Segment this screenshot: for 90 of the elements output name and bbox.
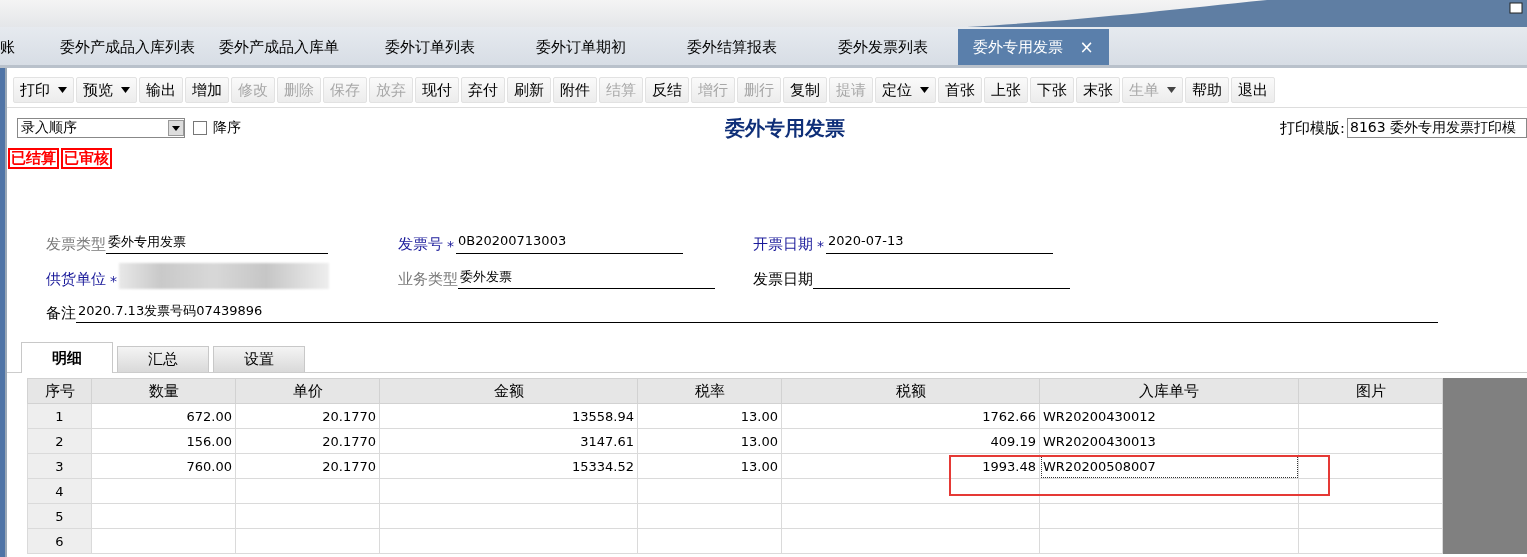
- toolbar-button[interactable]: 输出: [139, 77, 183, 103]
- required-mark: *: [447, 238, 454, 254]
- field-label: 发票号: [398, 235, 443, 254]
- table-cell: 13.00: [637, 428, 782, 454]
- toolbar-button[interactable]: 打印: [13, 77, 74, 103]
- checkbox-label: 降序: [213, 119, 241, 137]
- table-cell: WR20200430013: [1039, 428, 1299, 454]
- field-label: 供货单位: [46, 270, 106, 289]
- required-mark: *: [110, 273, 117, 289]
- toolbar-button[interactable]: 弃付: [461, 77, 505, 103]
- toolbar-button[interactable]: 现付: [415, 77, 459, 103]
- table-cell: WR20200430012: [1039, 403, 1299, 429]
- table-cell: 13.00: [637, 453, 782, 479]
- table-cell: 1762.66: [781, 403, 1040, 429]
- table-cell: 760.00: [91, 453, 236, 479]
- column-header: 数量: [91, 378, 236, 404]
- field-label: 发票类型: [46, 235, 106, 254]
- toolbar-button[interactable]: 预览: [76, 77, 137, 103]
- table-cell: 1993.48: [781, 453, 1040, 479]
- close-icon[interactable]: ×: [1079, 37, 1094, 57]
- toolbar-button[interactable]: 附件: [553, 77, 597, 103]
- field-label: 备注: [46, 304, 76, 323]
- status-stamp: 已审核: [61, 148, 112, 169]
- table-cell: 13.00: [637, 403, 782, 429]
- restore-icon[interactable]: [1509, 2, 1523, 14]
- table-cell: 156.00: [91, 428, 236, 454]
- tab[interactable]: 委外订单期初: [505, 29, 656, 65]
- toolbar-button[interactable]: 增加: [185, 77, 229, 103]
- caret-icon: [58, 87, 67, 93]
- tab[interactable]: 汇总: [117, 346, 209, 372]
- field-label: 打印模版:: [1280, 118, 1345, 138]
- field-value[interactable]: 0B20200713003: [456, 233, 683, 254]
- column-header: 税额: [781, 378, 1040, 404]
- status-stamp: 已结算: [8, 148, 59, 169]
- column-header: 序号: [27, 378, 92, 404]
- table-cell: 13558.94: [379, 403, 638, 429]
- field-label: 发票日期: [753, 270, 813, 289]
- tab[interactable]: 明细: [21, 342, 113, 373]
- caret-icon: [121, 87, 130, 93]
- tab[interactable]: 委外产成品入库列表: [52, 29, 203, 65]
- tab[interactable]: 委外专用发票 ×: [958, 29, 1109, 65]
- table-cell: 20.1770: [235, 453, 380, 479]
- field-label: 开票日期: [753, 235, 813, 254]
- toolbar-button[interactable]: 首张: [938, 77, 982, 103]
- table-cell: 1: [27, 403, 92, 429]
- toolbar-button[interactable]: 末张: [1076, 77, 1120, 103]
- table-cell: 6: [27, 528, 92, 554]
- tab[interactable]: 委外发票列表: [807, 29, 958, 65]
- tab[interactable]: 委外结算报表: [656, 29, 807, 65]
- field-value[interactable]: 委外专用发票: [106, 233, 328, 254]
- toolbar-button[interactable]: 帮助: [1185, 77, 1229, 103]
- table-cell: WR20200508007: [1039, 453, 1299, 479]
- table-cell: 3147.61: [379, 428, 638, 454]
- tab[interactable]: 委外订单列表: [354, 29, 505, 65]
- column-header: 金额: [379, 378, 638, 404]
- toolbar-button[interactable]: 刷新: [507, 77, 551, 103]
- toolbar-button[interactable]: 复制: [783, 77, 827, 103]
- field-value[interactable]: 2020-07-13: [826, 233, 1053, 254]
- field-label: 业务类型: [398, 270, 458, 289]
- toolbar-button[interactable]: 定位: [875, 77, 936, 103]
- column-header: 税率: [637, 378, 782, 404]
- caret-icon: [1167, 87, 1176, 93]
- required-mark: *: [817, 238, 824, 254]
- table-cell: 15334.52: [379, 453, 638, 479]
- table-cell: 2: [27, 428, 92, 454]
- table-cell: 5: [27, 503, 92, 529]
- toolbar-button[interactable]: 退出: [1231, 77, 1275, 103]
- toolbar-button[interactable]: 上张: [984, 77, 1028, 103]
- toolbar-button[interactable]: 下张: [1030, 77, 1074, 103]
- tab[interactable]: 账: [0, 29, 52, 65]
- table-cell: 20.1770: [235, 403, 380, 429]
- column-header: 入库单号: [1039, 378, 1299, 404]
- sort-dropdown[interactable]: 录入顺序: [17, 118, 185, 138]
- checkbox[interactable]: [193, 121, 207, 135]
- field-value[interactable]: 2020.7.13发票号码07439896: [76, 302, 1438, 323]
- column-header: 单价: [235, 378, 380, 404]
- table-cell: 409.19: [781, 428, 1040, 454]
- tab[interactable]: 委外产成品入库单: [203, 29, 354, 65]
- caret-icon: [172, 125, 180, 131]
- form-title: 委外专用发票: [725, 114, 845, 142]
- table-cell: 3: [27, 453, 92, 479]
- table-cell: 4: [27, 478, 92, 504]
- template-field[interactable]: 8163 委外专用发票打印模: [1347, 118, 1527, 138]
- column-header: 图片: [1298, 378, 1443, 404]
- field-value[interactable]: 委外发票: [458, 268, 715, 289]
- tab[interactable]: 设置: [213, 346, 305, 372]
- toolbar-button[interactable]: 反结: [645, 77, 689, 103]
- caret-icon: [920, 87, 929, 93]
- table-cell: 672.00: [91, 403, 236, 429]
- table-cell: 20.1770: [235, 428, 380, 454]
